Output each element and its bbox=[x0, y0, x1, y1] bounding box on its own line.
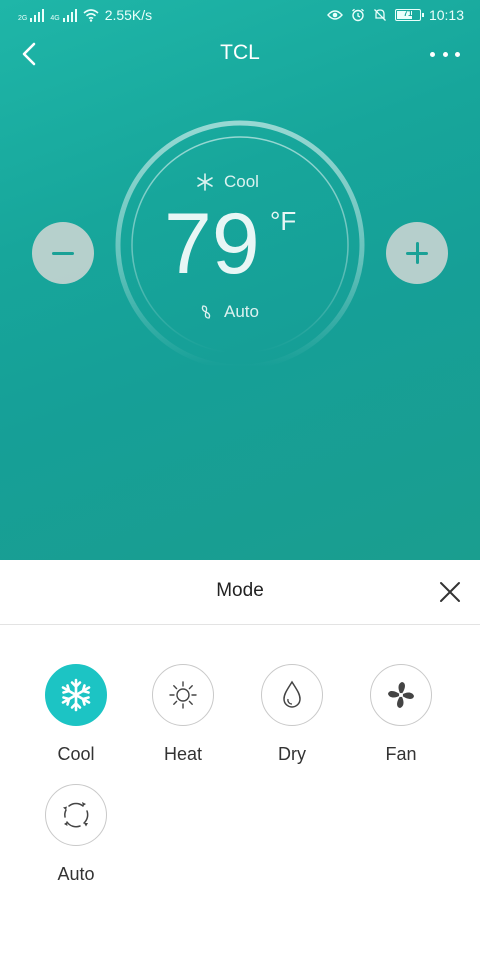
thermostat-panel: 2G 4G 2.55K/s 71 10:13 TCL Cool 79 °F Au… bbox=[0, 0, 480, 560]
mode-dry-circle bbox=[261, 664, 323, 726]
mode-option-heat[interactable]: Heat bbox=[138, 664, 228, 765]
mode-sheet: Mode Cool Heat Dry Fan Auto bbox=[0, 560, 480, 960]
mode-auto-circle bbox=[45, 784, 107, 846]
mode-option-label: Heat bbox=[163, 744, 203, 764]
current-mode: Cool bbox=[196, 172, 259, 192]
minus-icon bbox=[52, 251, 74, 255]
fan-icon bbox=[388, 682, 414, 708]
mode-option-label: Auto bbox=[57, 864, 95, 884]
fan-speed-label: Auto bbox=[224, 302, 259, 321]
mode-option-auto[interactable]: Auto bbox=[31, 784, 121, 885]
temperature-value: 79 bbox=[164, 196, 260, 292]
mode-option-label: Cool bbox=[57, 744, 95, 764]
mode-option-fan[interactable]: Fan bbox=[356, 664, 446, 765]
fan-icon bbox=[201, 305, 211, 319]
fan-speed: Auto bbox=[198, 302, 259, 322]
sheet-title: Mode bbox=[216, 580, 264, 601]
snowflake-icon bbox=[61, 678, 91, 712]
divider bbox=[0, 624, 480, 625]
mode-option-label: Fan bbox=[385, 744, 417, 764]
increase-temperature-button[interactable] bbox=[386, 222, 448, 284]
mode-heat-circle bbox=[152, 664, 214, 726]
mode-option-cool[interactable]: Cool bbox=[31, 664, 121, 765]
mode-option-label: Dry bbox=[278, 744, 306, 764]
mode-fan-circle bbox=[370, 664, 432, 726]
sun-icon bbox=[169, 681, 197, 709]
auto-cycle-icon bbox=[63, 802, 89, 828]
mode-cool-circle bbox=[45, 664, 107, 726]
mode-option-dry[interactable]: Dry bbox=[247, 664, 337, 765]
water-drop-icon bbox=[283, 680, 301, 708]
temperature-unit: °F bbox=[270, 206, 297, 236]
close-icon[interactable] bbox=[438, 580, 462, 604]
snowflake-icon bbox=[197, 173, 213, 191]
current-mode-label: Cool bbox=[224, 172, 259, 191]
decrease-temperature-button[interactable] bbox=[32, 222, 94, 284]
